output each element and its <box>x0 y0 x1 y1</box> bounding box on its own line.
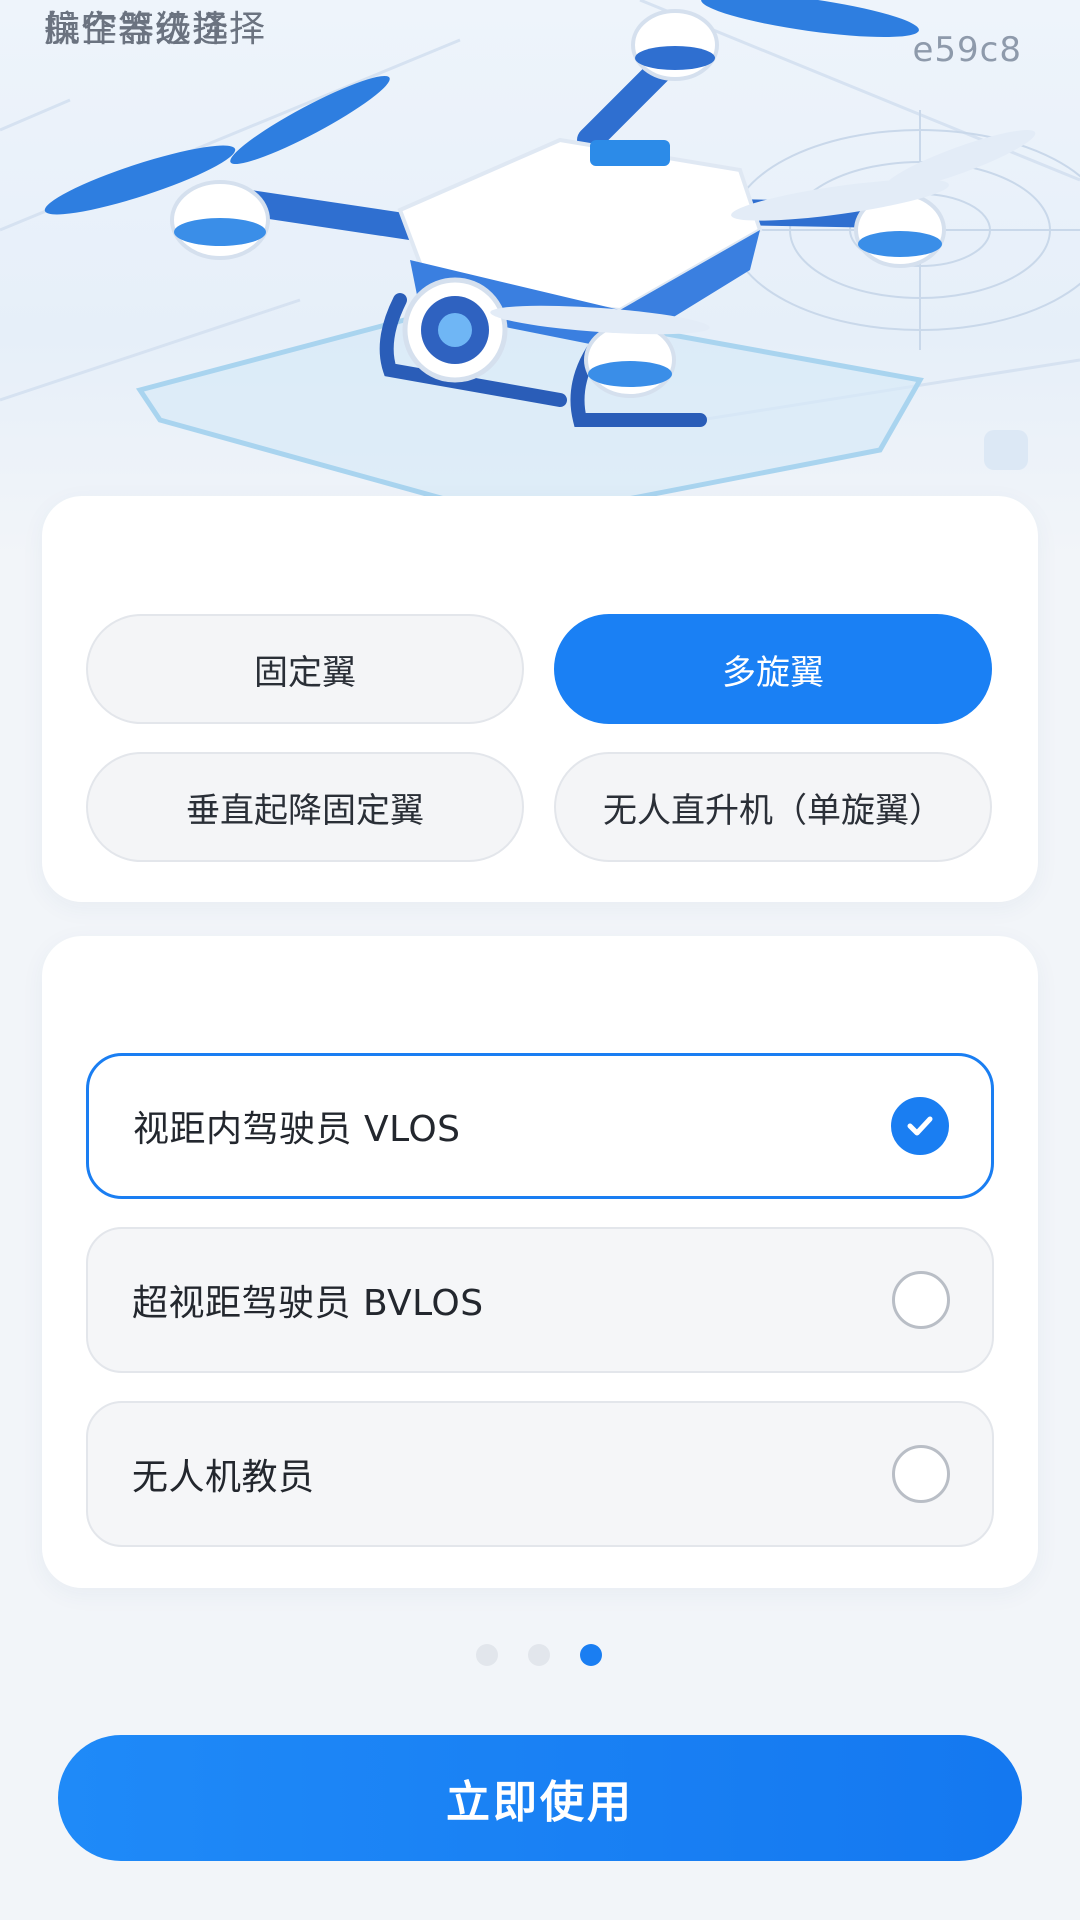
radio-circle-icon <box>892 1271 950 1329</box>
level-option-vlos[interactable]: 视距内驾驶员 VLOS <box>86 1053 994 1199</box>
pager-dot-1 <box>476 1644 498 1666</box>
level-option-label: 无人机教员 <box>132 1457 315 1498</box>
aircraft-option-fixed-wing[interactable]: 固定翼 <box>86 614 524 724</box>
hero-banner: e59c8 <box>0 0 1080 560</box>
aircraft-option-multirotor[interactable]: 多旋翼 <box>554 614 992 724</box>
checkmark-glyph <box>907 1116 933 1136</box>
pager-dot-3 <box>580 1644 602 1666</box>
level-section-title: 操作等级选择 <box>44 9 267 50</box>
level-option-bvlos[interactable]: 超视距驾驶员 BVLOS <box>86 1227 994 1373</box>
level-option-label: 超视距驾驶员 BVLOS <box>132 1283 484 1324</box>
radio-circle-icon <box>892 1445 950 1503</box>
checkmark-icon <box>891 1097 949 1155</box>
watermark-text: e59c8 <box>912 30 1022 70</box>
onboarding-screen: e59c8 航空器选择 固定翼 多旋翼 垂直起降固定翼 无人直升机（单旋翼） 操… <box>0 0 1080 1920</box>
start-using-button[interactable]: 立即使用 <box>58 1735 1022 1861</box>
drone-illustration <box>0 0 1080 523</box>
aircraft-option-helicopter[interactable]: 无人直升机（单旋翼） <box>554 752 992 862</box>
aircraft-option-vtol-fixed-wing[interactable]: 垂直起降固定翼 <box>86 752 524 862</box>
pager-dot-2 <box>528 1644 550 1666</box>
level-option-instructor[interactable]: 无人机教员 <box>86 1401 994 1547</box>
level-option-label: 视距内驾驶员 VLOS <box>133 1109 461 1150</box>
